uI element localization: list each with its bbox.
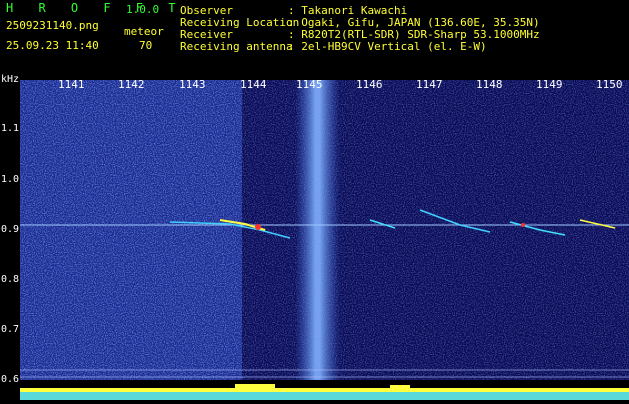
y-tick-0-7: 0.7 <box>1 324 20 335</box>
header-panel: H R O F F T 1.0.0 2509231140.png meteor … <box>0 0 629 72</box>
y-tick-1-0: 1.0 <box>1 174 20 185</box>
x-tick-1149: 1149 <box>536 78 563 91</box>
y-axis-unit: kHz <box>1 74 20 85</box>
x-tick-1147: 1147 <box>416 78 443 91</box>
y-tick-0-8: 0.8 <box>1 274 20 285</box>
x-tick-1141: 1141 <box>58 78 85 91</box>
meteor-head-2 <box>521 223 525 227</box>
spectrogram-svg <box>20 80 629 380</box>
signal-level-strip <box>0 382 629 400</box>
y-tick-0-9: 0.9 <box>1 224 20 235</box>
level-peak-1 <box>235 384 275 392</box>
x-tick-1143: 1143 <box>179 78 206 91</box>
spectrogram-plot <box>20 80 629 380</box>
x-tick-1144: 1144 <box>240 78 267 91</box>
y-tick-1-1: 1.1 <box>1 123 20 134</box>
x-tick-1148: 1148 <box>476 78 503 91</box>
signal-level-svg <box>20 384 629 400</box>
meteor-label: meteor <box>124 25 164 38</box>
level-bar-cyan <box>20 392 629 400</box>
x-tick-1146: 1146 <box>356 78 383 91</box>
level-peak-2 <box>390 385 410 391</box>
meteor-head-1 <box>255 224 261 230</box>
antenna-label: Receiving antenna <box>180 40 293 53</box>
app-version: 1.0.0 <box>126 3 160 16</box>
interference-band <box>295 80 340 380</box>
antenna-value: : 2el-HB9CV Vertical (el. E-W) <box>288 40 487 53</box>
x-tick-1150: 1150 <box>596 78 623 91</box>
noise-texture-dense <box>20 80 242 380</box>
file-name: 2509231140.png <box>6 19 99 32</box>
x-tick-1145: 1145 <box>296 78 323 91</box>
capture-datetime: 25.09.23 11:40 <box>6 39 99 52</box>
meteor-count: 70 <box>139 39 153 52</box>
x-tick-1142: 1142 <box>118 78 145 91</box>
